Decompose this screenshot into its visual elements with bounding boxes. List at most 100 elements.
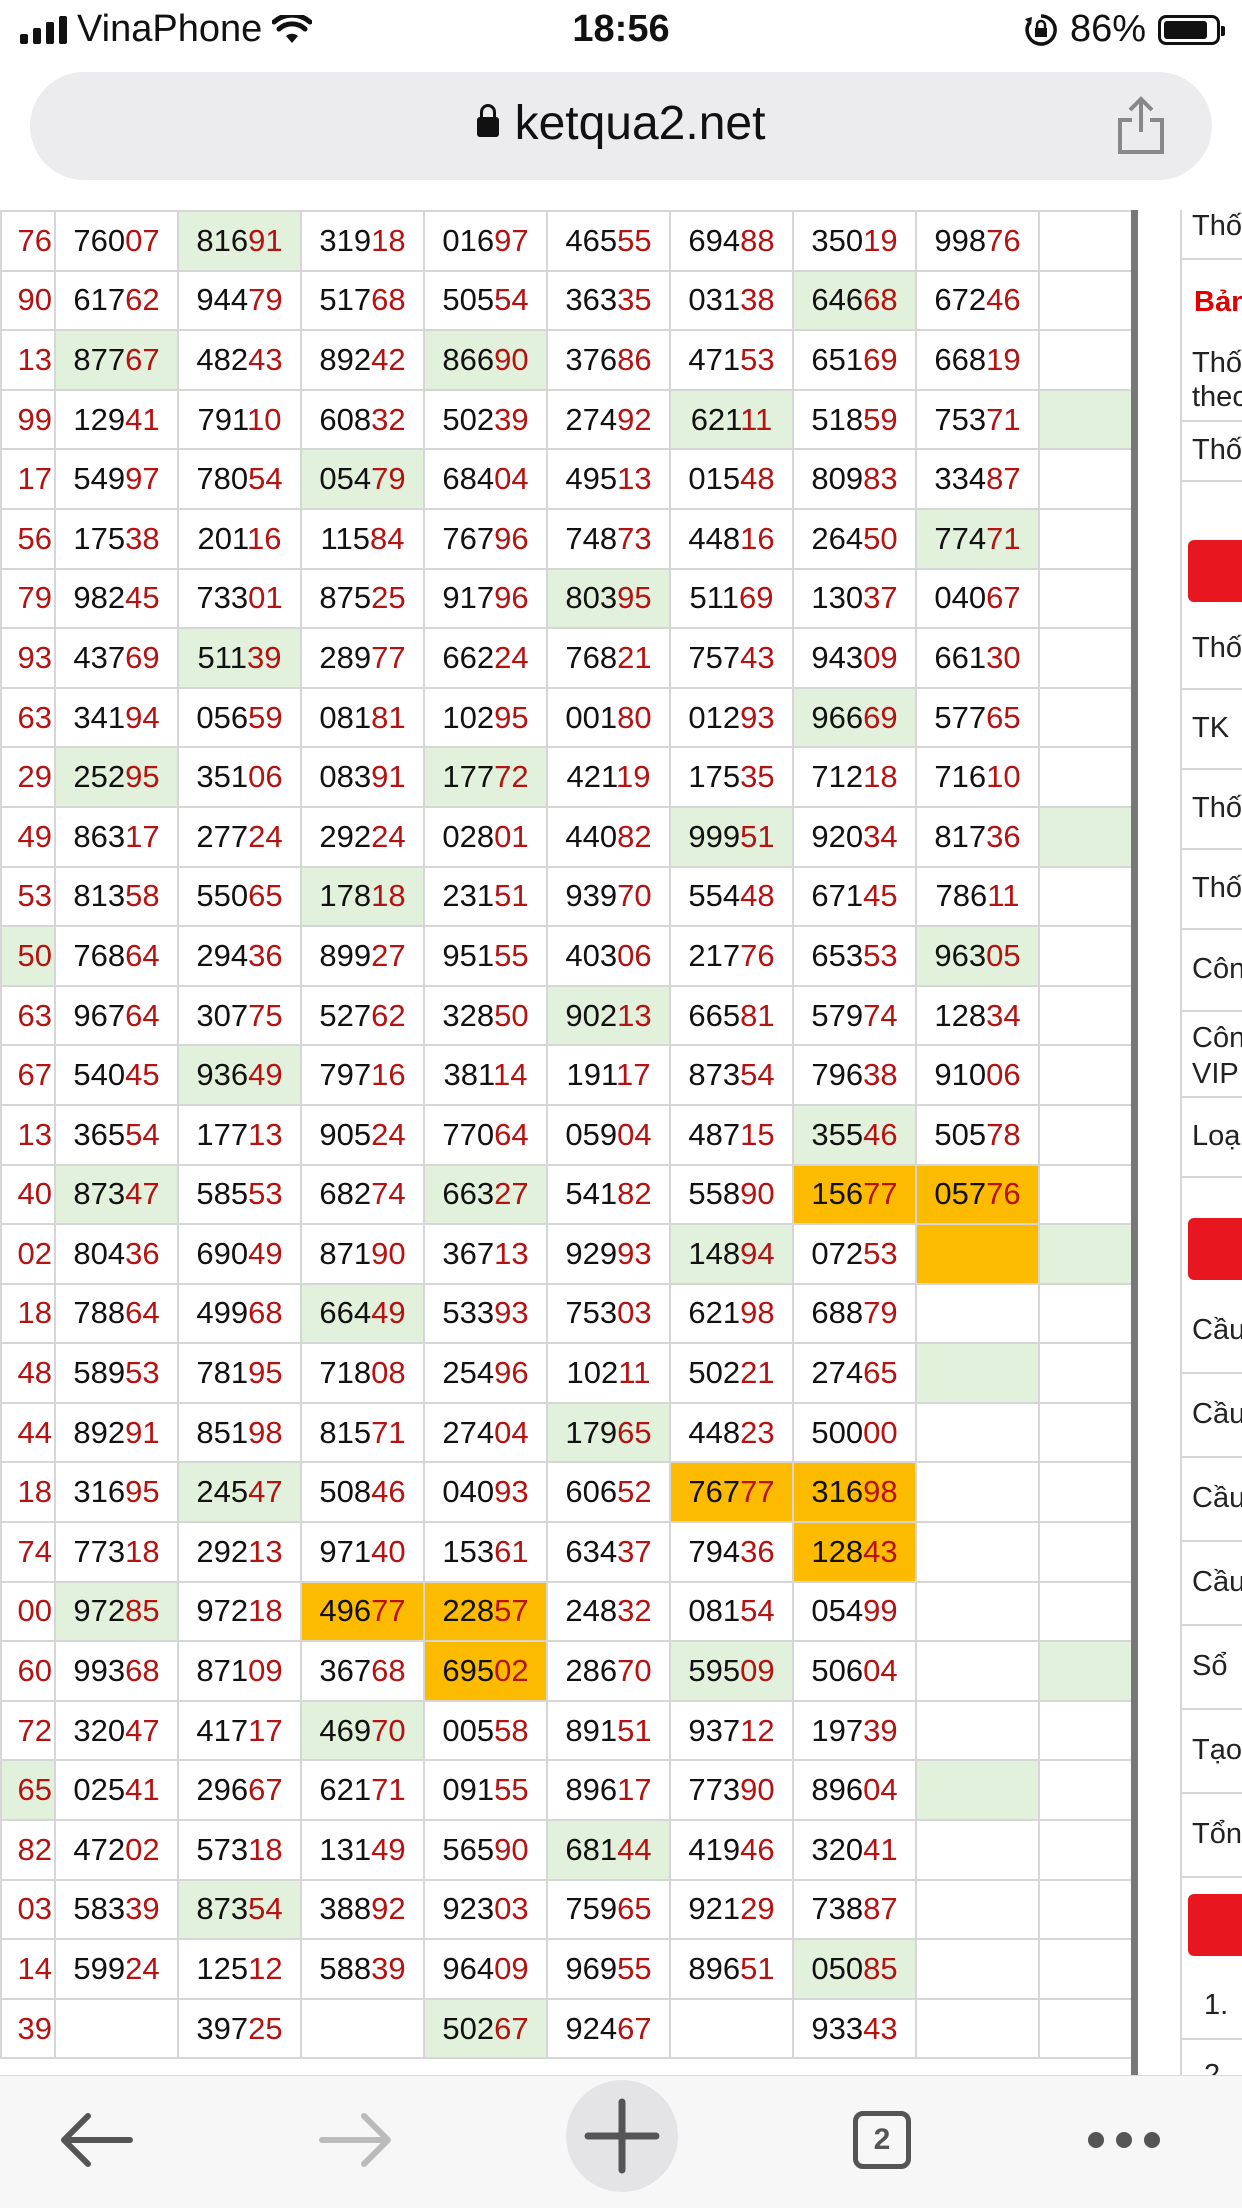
table-cell: 51139 xyxy=(177,627,302,689)
new-tab-button[interactable] xyxy=(566,2080,678,2192)
cell-value-lead: 781 xyxy=(196,1355,249,1391)
cell-value-tail: 51 xyxy=(617,1712,652,1748)
cell-value-lead: 796 xyxy=(811,1057,864,1093)
cell-value-lead: 081 xyxy=(319,699,372,735)
table-cell xyxy=(300,1997,425,2060)
cell-value-tail: 06 xyxy=(248,759,283,795)
cell-value-tail: 09 xyxy=(494,1951,529,1987)
table-cell: 81358 xyxy=(54,865,179,928)
sidebar-item[interactable]: Thố xyxy=(1182,770,1242,850)
table-cell: 36554 xyxy=(54,1103,179,1166)
cell-value-lead: 025 xyxy=(73,1772,126,1808)
table-row: 67 54045 93649 79716 38114 19117 87354 79638 910… xyxy=(0,1044,1133,1106)
sidebar-item[interactable]: Cầu xyxy=(1182,1290,1242,1374)
more-menu-button[interactable] xyxy=(1064,2090,1184,2190)
cell-value-lead: 334 xyxy=(934,461,987,497)
table-cell: 18 xyxy=(0,1461,56,1524)
back-button[interactable] xyxy=(36,2090,156,2190)
cell-value-lead: 651 xyxy=(811,341,864,377)
share-icon[interactable] xyxy=(1114,96,1168,156)
table-row: 02 80436 69049 87190 36713 92993 14894 07253 xyxy=(0,1223,1133,1285)
cell-value-tail: 39 xyxy=(371,1951,406,1987)
address-bar[interactable]: ketqua2.net xyxy=(30,72,1212,180)
table-cell: 81571 xyxy=(300,1401,425,1464)
cell-value-lead: 589 xyxy=(73,1355,126,1391)
cell-value: 93 xyxy=(17,639,52,675)
table-cell: 77318 xyxy=(54,1521,179,1583)
cell-value-tail: 67 xyxy=(125,341,160,377)
cell-value-lead: 681 xyxy=(565,1831,618,1867)
sidebar-item[interactable]: Cầu xyxy=(1182,1458,1242,1542)
cell-value-tail: 11 xyxy=(618,1355,651,1391)
cell-value-lead: 381 xyxy=(443,1057,493,1093)
table-cell: 31695 xyxy=(54,1461,179,1524)
cell-value-tail: 69 xyxy=(863,699,898,735)
table-cell: 93649 xyxy=(177,1044,302,1106)
cell-value-lead: 016 xyxy=(442,222,495,258)
sidebar-item[interactable]: Cầu xyxy=(1182,1374,1242,1458)
cell-value-tail: 51 xyxy=(494,878,529,914)
table-cell: 22857 xyxy=(423,1580,548,1643)
table-cell: 92993 xyxy=(546,1223,671,1285)
cell-value-tail: 68 xyxy=(248,1295,283,1331)
sidebar-item[interactable]: Thố xyxy=(1182,210,1242,260)
sidebar-item[interactable]: Loạ xyxy=(1182,1098,1242,1178)
cell-value-lead: 871 xyxy=(196,1653,249,1689)
table-cell: 66449 xyxy=(300,1282,425,1345)
cell-value-lead: 448 xyxy=(688,520,741,556)
table-cell: 81736 xyxy=(915,805,1040,868)
table-cell xyxy=(915,1759,1040,1822)
sidebar-item[interactable]: Côn xyxy=(1182,930,1242,1012)
cell-value-tail: 98 xyxy=(740,1295,775,1331)
table-cell: 64668 xyxy=(792,269,917,332)
cell-value-tail: 65 xyxy=(863,1355,898,1391)
table-cell: 77471 xyxy=(915,507,1040,570)
table-cell: 01293 xyxy=(669,686,794,749)
sidebar-item[interactable]: Thố xyxy=(1182,422,1242,482)
cell-value-tail: 55 xyxy=(494,937,529,973)
cell-value-lead: 448 xyxy=(688,1414,741,1450)
sidebar-item[interactable]: Tạo xyxy=(1182,1710,1242,1794)
cell-value-tail: 13 xyxy=(494,1235,529,1271)
table-cell: 60832 xyxy=(300,388,425,451)
table-cell: 00 xyxy=(0,1580,56,1643)
table-cell: 58339 xyxy=(54,1878,179,1941)
table-cell: 07253 xyxy=(792,1223,917,1285)
cell-value: 13 xyxy=(17,341,52,377)
cell-value-lead: 767 xyxy=(442,520,495,556)
table-cell xyxy=(1038,1521,1133,1583)
table-cell: 89927 xyxy=(300,925,425,987)
cell-value-tail: 51 xyxy=(740,1951,775,1987)
cell-value-tail: 62 xyxy=(371,997,406,1033)
table-row: 03 58339 87354 38892 92303 75965 92129 73887 xyxy=(0,1878,1133,1941)
tabs-button[interactable]: 2 xyxy=(822,2090,942,2190)
cell-value-lead: 129 xyxy=(73,401,126,437)
cell-value-tail: 06 xyxy=(986,1057,1021,1093)
sidebar-item[interactable]: Thố thec xyxy=(1182,340,1242,422)
sidebar-item[interactable]: Sổ xyxy=(1182,1626,1242,1710)
cell-value-tail: 53 xyxy=(248,1176,283,1212)
cell-value-tail: 27 xyxy=(371,937,406,973)
url-display[interactable]: ketqua2.net xyxy=(30,96,1212,151)
table-cell: 38892 xyxy=(300,1878,425,1941)
cell-value-tail: 25 xyxy=(248,2010,283,2046)
cell-value-tail: 11 xyxy=(987,878,1020,914)
sidebar-item[interactable]: Côn VIP xyxy=(1182,1012,1242,1098)
cell-value-tail: 86 xyxy=(617,341,652,377)
sidebar-item[interactable]: Thố xyxy=(1182,610,1242,690)
cell-value-tail: 74 xyxy=(371,1176,406,1212)
cell-value-lead: 943 xyxy=(811,639,864,675)
cell-value-tail: 70 xyxy=(617,1653,652,1689)
cell-value-lead: 040 xyxy=(934,580,987,616)
sidebar-item[interactable]: Cầu xyxy=(1182,1542,1242,1626)
forward-button[interactable] xyxy=(296,2090,416,2190)
table-cell: 05776 xyxy=(915,1163,1040,1226)
sidebar-item[interactable]: TK xyxy=(1182,690,1242,770)
table-cell: 96409 xyxy=(423,1938,548,2000)
sidebar-item[interactable]: Thố xyxy=(1182,850,1242,930)
table-cell xyxy=(1038,1997,1133,2060)
cell-value-tail: 39 xyxy=(494,401,529,437)
sidebar-item[interactable]: Tổn xyxy=(1182,1794,1242,1878)
cell-value-tail: 94 xyxy=(740,1235,775,1271)
cell-value-tail: 41 xyxy=(863,1831,898,1867)
